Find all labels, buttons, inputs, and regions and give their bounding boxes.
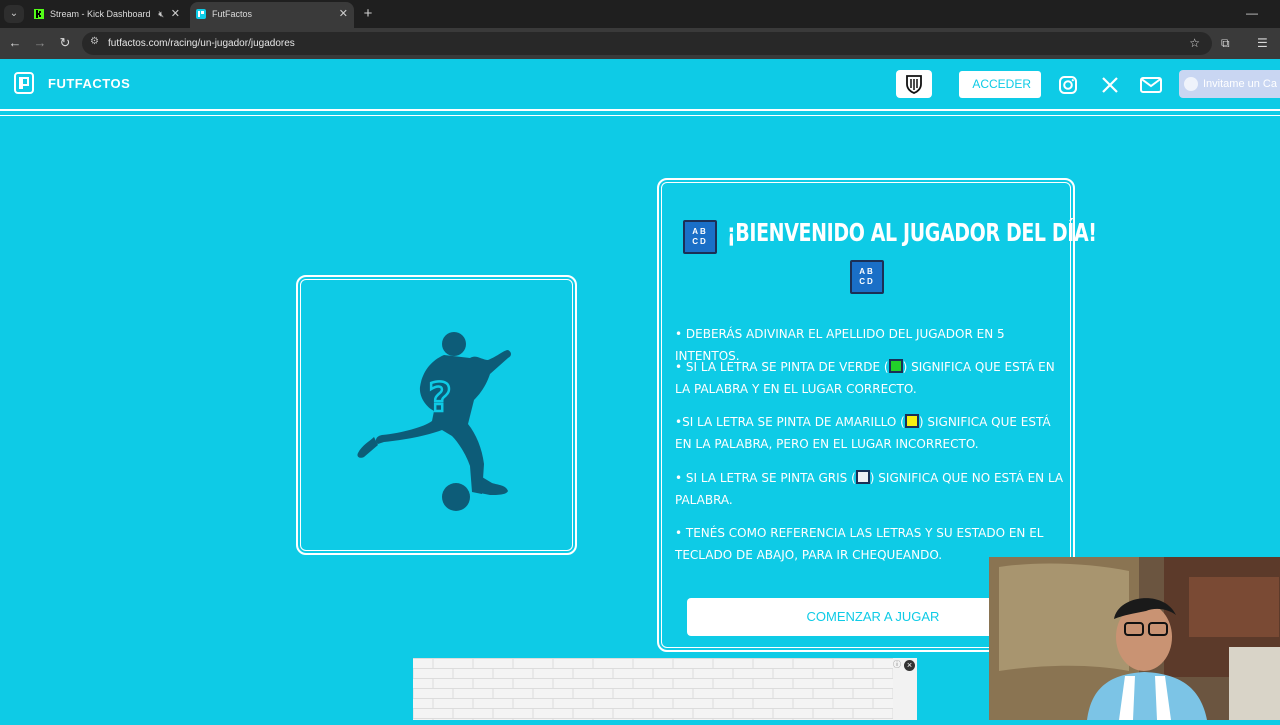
browser-tab-futfactos[interactable]: FutFactos ✕ — [190, 2, 354, 28]
invite-coffee-button[interactable]: Invitame un Ca — [1179, 70, 1280, 98]
mute-icon[interactable]: 🔇︎ — [158, 2, 164, 26]
team-shield-button[interactable] — [896, 70, 932, 98]
close-tab-icon[interactable]: ✕ — [171, 2, 180, 26]
close-tab-icon[interactable]: ✕ — [339, 2, 348, 26]
tab-title: FutFactos — [212, 9, 253, 19]
rule-text: • Si la letra se pinta de verde ( — [675, 360, 889, 374]
mail-icon[interactable] — [1140, 75, 1162, 95]
mystery-player-card: ? — [296, 275, 577, 555]
new-tab-button[interactable]: + — [360, 2, 376, 26]
instagram-icon[interactable] — [1058, 75, 1078, 95]
browser-tab-strip: ⌄ Stream - Kick Dashboard 🔇︎ ✕ FutFactos… — [0, 0, 1280, 28]
browser-toolbar: ← → ↻ ⚙ futfactos.com/racing/un-jugador/… — [0, 28, 1280, 59]
logo-text[interactable]: FUTFACTOS — [48, 59, 130, 109]
mystery-player-silhouette-icon: ? — [357, 332, 511, 511]
forward-arrow-icon[interactable]: → — [32, 35, 48, 51]
futfactos-favicon-icon — [196, 9, 206, 19]
back-arrow-icon[interactable]: ← — [7, 35, 23, 51]
login-button[interactable]: ACCEDER — [959, 71, 1041, 98]
address-bar[interactable]: ⚙ futfactos.com/racing/un-jugador/jugado… — [82, 32, 1212, 55]
rule-item: • Si la letra se pinta de verde () signi… — [675, 356, 1067, 400]
browser-tab-kick[interactable]: Stream - Kick Dashboard 🔇︎ ✕ — [28, 2, 186, 28]
ad-tile-pattern — [413, 658, 893, 720]
abc-badge-icon: AB CD — [850, 260, 884, 294]
url-text[interactable]: futfactos.com/racing/un-jugador/jugadore… — [108, 32, 295, 55]
minimize-window-button[interactable]: — — [1246, 2, 1258, 24]
coffee-icon — [1184, 77, 1198, 91]
rule-item: • Si la letra se pinta gris () significa… — [675, 467, 1067, 511]
invite-label: Invitame un Ca — [1203, 78, 1277, 90]
green-swatch-icon — [888, 359, 903, 373]
racing-shield-icon — [906, 75, 922, 94]
rule-item: •Si la letra se pinta de amarillo () sig… — [675, 411, 1067, 455]
question-mark-icon: ? — [428, 375, 451, 421]
site-info-icon[interactable]: ⚙ — [90, 36, 99, 47]
reading-list-icon[interactable]: ☰ — [1257, 35, 1268, 51]
x-twitter-icon[interactable] — [1100, 75, 1120, 95]
webcam-image — [989, 557, 1280, 720]
rule-text: •Si la letra se pinta de amarillo ( — [675, 415, 905, 429]
streamer-webcam-overlay — [989, 557, 1280, 720]
tab-search-button[interactable]: ⌄ — [4, 5, 24, 23]
yellow-swatch-icon — [904, 414, 919, 428]
ad-close-icon[interactable]: × — [904, 660, 915, 671]
rule-text: • Si la letra se pinta gris ( — [675, 471, 856, 485]
ad-banner[interactable]: ⓘ × — [413, 658, 917, 720]
welcome-title: ¡BIENVENIDO AL JUGADOR DEL DÍA! — [727, 218, 1097, 247]
bookmark-star-icon[interactable]: ☆ — [1189, 32, 1200, 55]
tab-title: Stream - Kick Dashboard — [50, 9, 151, 19]
site-header: FUTFACTOS ACCEDER Invitame un Ca — [0, 59, 1280, 111]
ad-info-icon[interactable]: ⓘ — [893, 659, 901, 670]
futfactos-logo-icon[interactable] — [14, 72, 34, 94]
extensions-icon[interactable]: ⧉ — [1221, 35, 1230, 51]
kick-favicon-icon — [34, 9, 44, 19]
abc-badge-icon: AB CD — [683, 220, 717, 254]
grey-swatch-icon — [855, 470, 870, 484]
reload-icon[interactable]: ↻ — [57, 35, 73, 51]
